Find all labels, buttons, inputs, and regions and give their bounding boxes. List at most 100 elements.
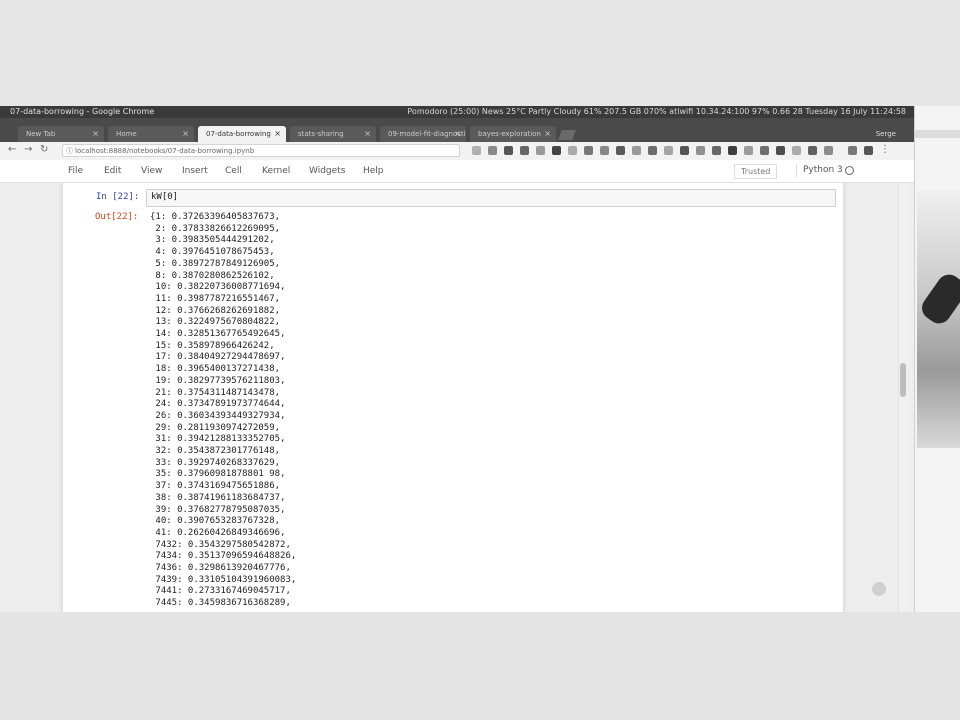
browser-toolbar: ← → ↻ ⓘ localhost:8888/notebooks/07-data… — [0, 142, 914, 161]
extension-icon[interactable] — [648, 146, 657, 155]
profile-name[interactable]: Serge — [876, 130, 896, 138]
code-text: kW[0] — [151, 192, 179, 202]
extension-icon[interactable] — [776, 146, 785, 155]
scrollbar[interactable] — [898, 183, 908, 612]
output-line: 39: 0.37682778795087035, — [150, 504, 286, 515]
output-line: 7441: 0.2733167469045717, — [150, 586, 291, 597]
address-url: localhost:8888/notebooks/07-data-borrowi… — [75, 147, 255, 155]
notebook-container — [0, 183, 914, 612]
extension-icon[interactable] — [584, 146, 593, 155]
output-prompt: Out[22]: — [95, 212, 139, 222]
forward-icon[interactable]: → — [24, 144, 32, 155]
menu-cell[interactable]: Cell — [225, 166, 242, 176]
extension-icon[interactable] — [488, 146, 497, 155]
menu-icon[interactable]: ⋮ — [880, 144, 890, 155]
menu-insert[interactable]: Insert — [182, 166, 208, 176]
extension-icon[interactable] — [616, 146, 625, 155]
menu-widgets[interactable]: Widgets — [309, 166, 345, 176]
tab-label: New Tab — [26, 130, 56, 138]
output-line: 35: 0.37960981878801 98, — [150, 469, 286, 480]
extension-icon[interactable] — [792, 146, 801, 155]
reload-icon[interactable]: ↻ — [40, 144, 48, 155]
tab-model-fit[interactable]: 09-model-fit-diagnostic × — [380, 126, 466, 142]
tab-bayes-exploration[interactable]: bayes-exploration × — [470, 126, 556, 142]
menu-help[interactable]: Help — [363, 166, 384, 176]
background-window-strip — [915, 130, 960, 138]
output-line: 37: 0.3743169475651886, — [150, 481, 281, 492]
output-line: 32: 0.3543872301776148, — [150, 446, 281, 456]
output-line: 17: 0.38404927294478697, — [150, 352, 286, 363]
output-line: 24: 0.37347891973774644, — [150, 399, 286, 410]
extension-icon[interactable] — [520, 146, 529, 155]
output-line: 26: 0.36034393449327934, — [150, 410, 286, 421]
desktop-background-top — [0, 0, 960, 106]
extension-icon[interactable] — [848, 146, 857, 155]
system-status-indicators: Pomodoro (25:00) News 25°C Partly Cloudy… — [407, 107, 906, 116]
output-line: 2: 0.37833826612269095, — [150, 223, 281, 234]
tab-label: bayes-exploration — [478, 130, 541, 138]
output-line: 21: 0.3754311487143478, — [150, 387, 281, 398]
output-line: 4: 0.3976451078675453, — [150, 247, 275, 258]
output-line: 7439: 0.33105104391960083, — [150, 574, 297, 585]
extension-icon[interactable] — [552, 146, 561, 155]
output-line: 15: 0.358978966426242, — [150, 340, 275, 351]
tab-home[interactable]: Home × — [108, 126, 194, 142]
background-window[interactable] — [914, 106, 960, 612]
extension-icon[interactable] — [600, 146, 609, 155]
extension-icon[interactable] — [632, 146, 641, 155]
menu-file[interactable]: File — [68, 166, 83, 176]
output-line: 31: 0.39421288133352705, — [150, 434, 286, 445]
extension-icon[interactable] — [760, 146, 769, 155]
output-line: 14: 0.32851367765492645, — [150, 329, 286, 339]
info-icon[interactable]: ⓘ — [66, 145, 73, 156]
extension-icon[interactable] — [536, 146, 545, 155]
system-top-bar: 07-data-borrowing - Google Chrome Pomodo… — [0, 106, 914, 118]
extension-icon[interactable] — [664, 146, 673, 155]
kernel-name[interactable]: Python 3 — [796, 164, 849, 177]
close-icon[interactable]: × — [454, 126, 461, 142]
close-icon[interactable]: × — [182, 126, 189, 142]
menu-view[interactable]: View — [141, 166, 162, 176]
code-input[interactable] — [146, 189, 836, 207]
close-icon[interactable]: × — [92, 126, 99, 142]
address-bar[interactable]: ⓘ localhost:8888/notebooks/07-data-borro… — [62, 144, 460, 157]
output-line: 11: 0.3987787216551467, — [150, 293, 281, 304]
output-line: 29: 0.2811930974272059, — [150, 422, 281, 433]
extension-icon[interactable] — [568, 146, 577, 155]
extension-icon[interactable] — [696, 146, 705, 155]
output-line: 13: 0.3224975670804822, — [150, 317, 281, 328]
extension-icon[interactable] — [864, 146, 873, 155]
back-icon[interactable]: ← — [8, 144, 16, 155]
notebook-menubar: File Edit View Insert Cell Kernel Widget… — [0, 160, 914, 183]
window-title: 07-data-borrowing - Google Chrome — [10, 107, 155, 116]
output-line: 40: 0.3907653283767328, — [150, 516, 281, 527]
tab-07-data-borrowing[interactable]: 07-data-borrowing × — [198, 126, 286, 142]
output-line: 5: 0.38972787849126905, — [150, 258, 281, 269]
extension-icon[interactable] — [744, 146, 753, 155]
new-tab-button[interactable] — [558, 130, 576, 140]
extension-icon[interactable] — [808, 146, 817, 155]
trusted-indicator[interactable]: Trusted — [734, 164, 778, 179]
extension-icon[interactable] — [504, 146, 513, 155]
extension-icon[interactable] — [680, 146, 689, 155]
output-line: 8: 0.3870280862526102, — [150, 270, 275, 281]
edit-icon[interactable] — [872, 582, 886, 596]
desktop-background-bottom — [0, 612, 960, 720]
output-line: 3: 0.3983505444291202, — [150, 235, 275, 246]
close-icon[interactable]: × — [544, 126, 551, 142]
extension-icon[interactable] — [824, 146, 833, 155]
close-icon[interactable]: × — [274, 126, 281, 142]
tab-label: 07-data-borrowing — [206, 130, 271, 138]
tab-stats-sharing[interactable]: stats-sharing × — [290, 126, 376, 142]
tab-new-tab[interactable]: New Tab × — [18, 126, 104, 142]
menu-kernel[interactable]: Kernel — [262, 166, 290, 176]
output-line: 7436: 0.3298613920467776, — [150, 563, 291, 573]
star-icon[interactable] — [472, 146, 481, 155]
close-icon[interactable]: × — [364, 126, 371, 142]
extension-icon[interactable] — [728, 146, 737, 155]
scrollbar-thumb[interactable] — [900, 363, 906, 397]
output-line: 18: 0.3965400137271438, — [150, 364, 281, 375]
menu-edit[interactable]: Edit — [104, 166, 121, 176]
tab-label: stats-sharing — [298, 130, 344, 138]
extension-icon[interactable] — [712, 146, 721, 155]
